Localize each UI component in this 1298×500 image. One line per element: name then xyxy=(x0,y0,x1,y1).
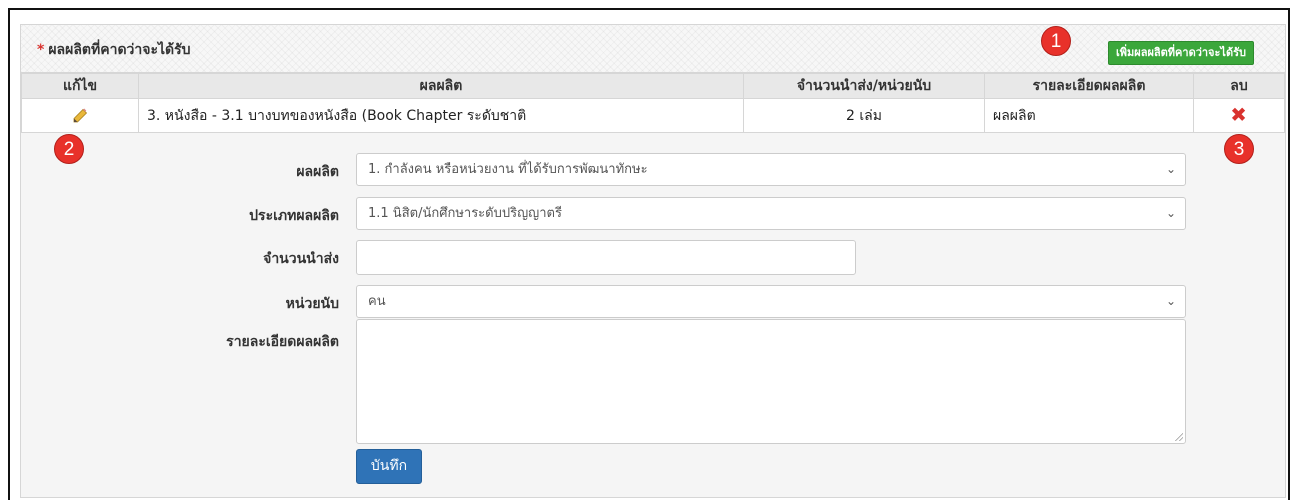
callout-marker-3: 3 xyxy=(1224,134,1254,164)
edit-cell xyxy=(21,98,139,133)
chevron-down-icon: ⌄ xyxy=(1165,162,1176,176)
output-table: แก้ไข ผลผลิต จำนวนนำส่ง/หน่วยนับ รายละเอ… xyxy=(21,73,1285,133)
table-row: 3. หนังสือ - 3.1 บางบทของหนังสือ (Book C… xyxy=(21,98,1285,133)
detail-label: รายละเอียดผลผลิต xyxy=(226,334,339,350)
col-amount-header: จำนวนนำส่ง/หน่วยนับ xyxy=(743,73,985,99)
type-select-value: 1.1 นิสิต/นักศึกษาระดับปริญญาตรี xyxy=(368,206,562,221)
amount-label: จำนวนนำส่ง xyxy=(263,251,339,267)
amount-input[interactable] xyxy=(356,240,856,275)
unit-label: หน่วยนับ xyxy=(285,296,339,312)
close-icon[interactable]: ✖ xyxy=(1231,104,1248,127)
col-product-header: ผลผลิต xyxy=(138,73,744,99)
detail-textarea[interactable] xyxy=(356,319,1186,444)
amount-cell: 2 เล่ม xyxy=(743,98,985,133)
type-label: ประเภทผลผลิต xyxy=(249,208,339,224)
callout-marker-1: 1 xyxy=(1041,26,1071,56)
type-select[interactable]: 1.1 นิสิต/นักศึกษาระดับปริญญาตรี ⌄ xyxy=(356,197,1186,230)
product-select-value: 1. กำลังคน หรือหน่วยงาน ที่ได้รับการพัฒน… xyxy=(368,162,648,177)
window-frame: * ผลผลิตที่คาดว่าจะได้รับ เพิ่มผลผลิตที่ค… xyxy=(8,8,1290,500)
unit-select-value: คน xyxy=(368,294,386,309)
callout-marker-2: 2 xyxy=(54,134,84,164)
delete-cell: ✖ xyxy=(1193,98,1285,133)
pencil-icon[interactable] xyxy=(72,107,88,124)
panel-header: * ผลผลิตที่คาดว่าจะได้รับ เพิ่มผลผลิตที่ค… xyxy=(21,25,1285,73)
detail-cell: ผลผลิต xyxy=(984,98,1194,133)
panel-title: * ผลผลิตที่คาดว่าจะได้รับ xyxy=(37,39,191,61)
chevron-down-icon: ⌄ xyxy=(1165,294,1176,308)
resize-grip-icon[interactable] xyxy=(1175,433,1183,441)
product-cell: 3. หนังสือ - 3.1 บางบทของหนังสือ (Book C… xyxy=(138,98,744,133)
product-select[interactable]: 1. กำลังคน หรือหน่วยงาน ที่ได้รับการพัฒน… xyxy=(356,153,1186,186)
col-edit-header: แก้ไข xyxy=(21,73,139,99)
save-button[interactable]: บันทึก xyxy=(356,449,422,484)
table-header-row: แก้ไข ผลผลิต จำนวนนำส่ง/หน่วยนับ รายละเอ… xyxy=(21,73,1285,99)
add-output-button[interactable]: เพิ่มผลผลิตที่คาดว่าจะได้รับ xyxy=(1108,41,1254,65)
unit-select[interactable]: คน ⌄ xyxy=(356,285,1186,318)
col-detail-header: รายละเอียดผลผลิต xyxy=(984,73,1194,99)
required-asterisk: * xyxy=(37,42,45,58)
panel-title-text: ผลผลิตที่คาดว่าจะได้รับ xyxy=(48,42,191,58)
product-label: ผลผลิต xyxy=(296,164,339,180)
col-delete-header: ลบ xyxy=(1193,73,1285,99)
expected-output-panel: * ผลผลิตที่คาดว่าจะได้รับ เพิ่มผลผลิตที่ค… xyxy=(20,24,1286,498)
chevron-down-icon: ⌄ xyxy=(1165,206,1176,220)
